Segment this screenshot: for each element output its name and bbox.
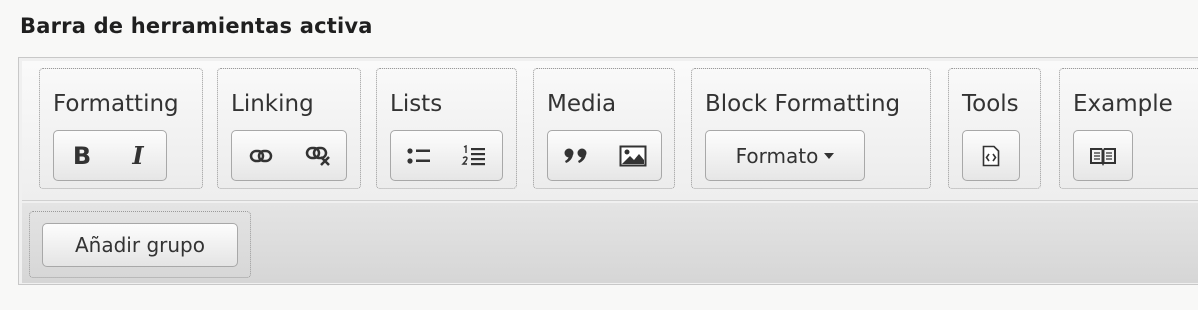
- caret-down-icon: [824, 152, 835, 159]
- linking-buttons: [231, 130, 347, 181]
- image-button[interactable]: [605, 131, 662, 180]
- list-buttons: [390, 130, 503, 181]
- example-buttons: [1073, 130, 1133, 181]
- group-lists[interactable]: Lists: [376, 68, 517, 189]
- group-media[interactable]: Media: [533, 68, 675, 189]
- source-code-icon: [982, 145, 1000, 166]
- group-label: Block Formatting: [705, 91, 901, 117]
- blockquote-icon: [564, 148, 587, 163]
- bulleted-list-icon: [407, 147, 430, 164]
- group-label: Linking: [231, 91, 314, 117]
- format-dropdown-label: Formato: [735, 143, 819, 168]
- group-linking[interactable]: Linking: [217, 68, 361, 189]
- book-icon: [1090, 147, 1116, 166]
- group-label: Example: [1073, 91, 1173, 117]
- numbered-list-button[interactable]: [447, 131, 503, 180]
- group-label: Tools: [962, 91, 1019, 117]
- add-group-container: Añadir grupo: [29, 211, 251, 278]
- image-icon: [619, 145, 647, 166]
- group-block-formatting[interactable]: Block Formatting Formato: [691, 68, 931, 189]
- link-button[interactable]: [232, 131, 289, 180]
- source-button[interactable]: [963, 131, 1019, 180]
- tools-buttons: [962, 130, 1020, 181]
- numbered-list-icon: [461, 144, 486, 165]
- book-button[interactable]: [1074, 131, 1132, 180]
- group-tools[interactable]: Tools: [948, 68, 1041, 189]
- add-group-button[interactable]: Añadir grupo: [42, 223, 238, 267]
- unlink-icon: [305, 146, 330, 166]
- unlink-button[interactable]: [289, 131, 346, 180]
- bold-button[interactable]: B: [54, 131, 110, 180]
- formatting-buttons: B I: [53, 130, 167, 181]
- available-groups-row: Añadir grupo: [22, 203, 1198, 283]
- format-dropdown[interactable]: Formato: [705, 130, 865, 181]
- italic-button[interactable]: I: [110, 131, 166, 180]
- group-formatting[interactable]: Formatting B I: [39, 68, 203, 189]
- group-label: Lists: [390, 91, 443, 117]
- page-title: Barra de herramientas activa: [20, 14, 373, 38]
- group-example[interactable]: Example: [1059, 68, 1198, 189]
- bulleted-list-button[interactable]: [391, 131, 447, 180]
- group-label: Media: [547, 91, 617, 117]
- media-buttons: [547, 130, 662, 181]
- toolbar-config: Formatting B I Linking Lists Media Block…: [18, 57, 1198, 285]
- blockquote-button[interactable]: [548, 131, 605, 180]
- group-label: Formatting: [53, 91, 179, 117]
- active-toolbar-row: Formatting B I Linking Lists Media Block…: [22, 61, 1198, 201]
- link-icon: [249, 149, 272, 162]
